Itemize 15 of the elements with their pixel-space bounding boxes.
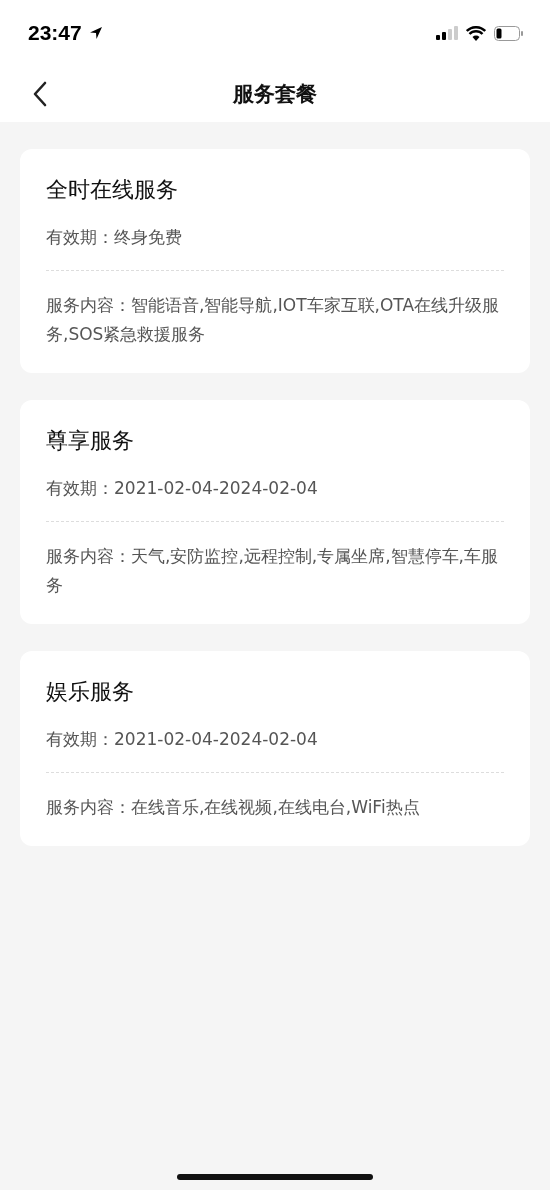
validity-text: 有效期：终身免费 <box>46 226 183 249</box>
package-name: 娱乐服务 <box>46 678 135 706</box>
package-name: 全时在线服务 <box>46 176 179 204</box>
page-title: 服务套餐 <box>233 81 317 108</box>
validity-text: 有效期：2021-02-04-2024-02-04 <box>46 728 319 751</box>
wifi-icon <box>466 25 486 41</box>
content-text: 服务内容：天气,安防监控,远程控制,专属坐席,智慧停车,车服务 <box>46 545 500 597</box>
location-arrow-icon <box>87 25 104 41</box>
content-text: 服务内容：在线音乐,在线视频,在线电台,WiFi热点 <box>46 796 421 819</box>
validity-text: 有效期：2021-02-04-2024-02-04 <box>46 477 319 500</box>
signal-icon <box>436 26 458 40</box>
package-name: 尊享服务 <box>46 427 135 455</box>
battery-icon <box>494 25 524 41</box>
status-time: 23:47 <box>28 21 82 45</box>
content-text: 服务内容：智能语音,智能导航,IOT车家互联,OTA在线升级服务,SOS紧急救援服务 <box>46 294 501 346</box>
